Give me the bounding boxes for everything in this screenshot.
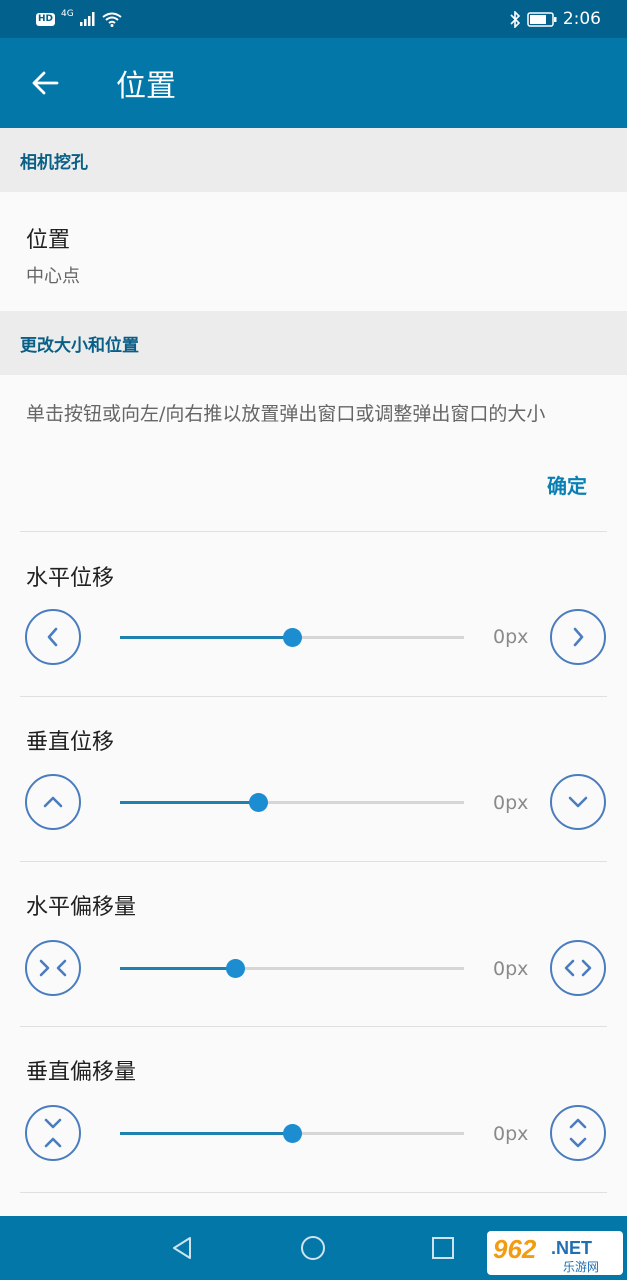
instructions-text: 单击按钮或向左/向右推以放置弹出窗口或调整弹出窗口的大小 — [26, 403, 546, 425]
signal-icon — [79, 12, 95, 26]
slider-thumb[interactable] — [225, 959, 245, 978]
chevron-right-icon — [573, 627, 584, 647]
move-left-button[interactable] — [25, 609, 81, 665]
vertical-displacement-slider[interactable] — [120, 793, 464, 812]
chevron-up-icon — [43, 796, 63, 808]
status-bar-right: 2:06 — [509, 9, 601, 29]
horizontal-displacement-value: 0px — [493, 626, 529, 648]
divider — [20, 1026, 607, 1027]
divider — [20, 861, 607, 862]
site-logo-icon: 962 .NET 乐游网 — [493, 1234, 599, 1274]
battery-icon — [527, 11, 557, 27]
nav-recents-button[interactable] — [427, 1232, 459, 1264]
nav-home-button[interactable] — [297, 1232, 329, 1264]
horizontal-displacement-slider[interactable] — [120, 628, 464, 647]
app-bar: 位置 — [0, 38, 627, 128]
expand-vertical-icon — [569, 1118, 587, 1148]
shrink-horizontal-button[interactable] — [25, 940, 81, 996]
move-down-button[interactable] — [550, 774, 606, 830]
svg-text:.NET: .NET — [551, 1238, 592, 1258]
hd-badge: HD — [36, 12, 56, 26]
move-right-button[interactable] — [550, 609, 606, 665]
page-title: 位置 — [116, 69, 176, 104]
status-bar: HD 4G 2:06 — [0, 0, 627, 38]
chevron-left-icon — [47, 627, 58, 647]
divider — [20, 696, 607, 697]
slider-fill — [120, 967, 235, 970]
circle-home-icon — [301, 1236, 325, 1260]
bluetooth-icon — [510, 10, 520, 28]
chevron-down-icon — [568, 796, 588, 808]
slider-fill — [120, 1132, 292, 1135]
wifi-icon — [102, 12, 122, 27]
vertical-offset-value: 0px — [493, 1123, 529, 1145]
vertical-offset-title: 垂直偏移量 — [26, 1060, 137, 1085]
divider — [20, 531, 607, 532]
square-recents-icon — [432, 1237, 454, 1259]
position-preference-title: 位置 — [26, 228, 71, 253]
triangle-back-icon — [173, 1237, 191, 1259]
horizontal-offset-title: 水平偏移量 — [26, 895, 137, 920]
slider-thumb[interactable] — [283, 1124, 302, 1143]
nav-back-button[interactable] — [166, 1232, 198, 1264]
compress-vertical-icon — [44, 1118, 62, 1148]
horizontal-offset-value: 0px — [493, 958, 529, 980]
confirm-button[interactable]: 确定 — [547, 470, 587, 499]
move-up-button[interactable] — [25, 774, 81, 830]
status-bar-left: HD 4G — [36, 9, 122, 27]
compress-horizontal-icon — [39, 959, 67, 977]
arrow-back-icon — [32, 71, 59, 95]
slider-thumb[interactable] — [283, 628, 302, 647]
section-header-camera-cutout: 相机挖孔 — [0, 128, 627, 192]
position-preference[interactable]: 位置 中心点 — [0, 192, 627, 311]
vertical-displacement-value: 0px — [493, 792, 529, 814]
shrink-vertical-button[interactable] — [25, 1105, 81, 1161]
expand-horizontal-icon — [564, 959, 592, 977]
svg-text:962: 962 — [493, 1234, 537, 1264]
position-preference-summary: 中心点 — [26, 266, 80, 287]
status-time: 2:06 — [562, 9, 601, 29]
vertical-offset-slider[interactable] — [120, 1124, 464, 1143]
expand-horizontal-button[interactable] — [550, 940, 606, 996]
watermark-logo: 962 .NET 乐游网 — [487, 1231, 623, 1275]
horizontal-offset-slider[interactable] — [120, 959, 464, 978]
network-type: 4G — [61, 9, 74, 19]
divider — [20, 1192, 607, 1193]
slider-thumb[interactable] — [248, 793, 268, 812]
back-button[interactable] — [0, 38, 90, 128]
slider-fill — [120, 801, 258, 804]
vertical-displacement-title: 垂直位移 — [26, 730, 115, 755]
section-header-resize-position: 更改大小和位置 — [0, 311, 627, 375]
svg-text:乐游网: 乐游网 — [563, 1260, 599, 1274]
expand-vertical-button[interactable] — [550, 1105, 606, 1161]
slider-fill — [120, 636, 292, 639]
horizontal-displacement-title: 水平位移 — [26, 566, 115, 591]
